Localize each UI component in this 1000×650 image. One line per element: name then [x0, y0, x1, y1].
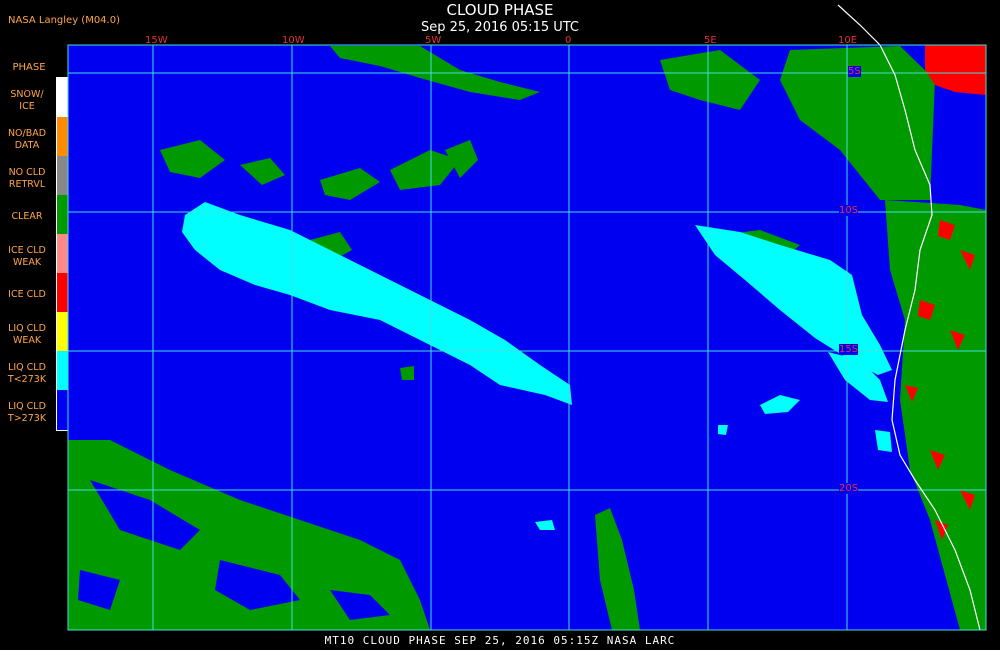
lat-label-10s: 10S [839, 205, 859, 216]
lat-label-5s: 5S [848, 66, 861, 77]
lat-label-15s: 15S [839, 344, 859, 355]
footer-caption: MT10 CLOUD PHASE SEP 25, 2016 05:15Z NAS… [324, 634, 676, 647]
lon-label-10w: 10W [282, 35, 305, 46]
lon-label-5w: 5W [425, 35, 442, 46]
lat-label-20s: 20S [839, 483, 859, 494]
lon-label-15w: 15W [145, 35, 168, 46]
lon-label-10e: 10E [838, 35, 858, 46]
cloud-phase-map [67, 4, 987, 631]
lon-label-0: 0 [565, 35, 572, 46]
lon-label-5e: 5E [704, 35, 717, 46]
